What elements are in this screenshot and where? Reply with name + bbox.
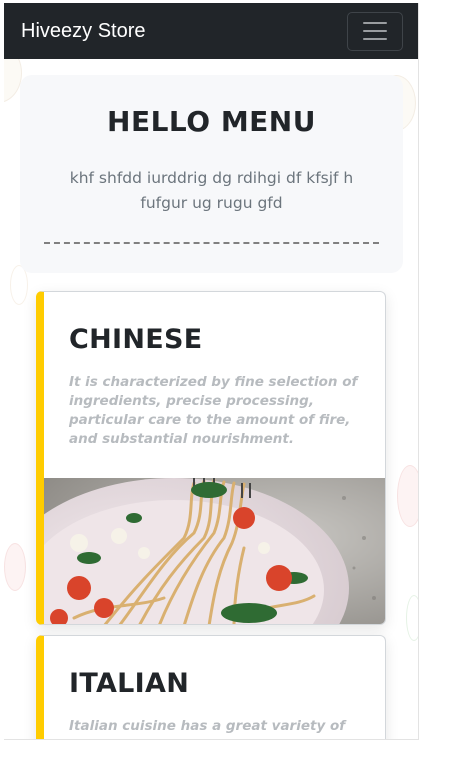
hero-subtitle: khf shfdd iurddrig dg rdihgi df kfsjf h … [69, 169, 354, 212]
menu-card-chinese[interactable]: CHINESE It is characterized by fine sele… [36, 291, 386, 625]
hero-section: HELLO MENU khf shfdd iurddrig dg rdihgi … [20, 75, 403, 273]
background-pattern-shape [406, 595, 418, 641]
navbar: Hiveezy Store [4, 3, 418, 59]
menu-card-title: CHINESE [69, 324, 203, 355]
menu-card-description: It is characterized by fine selection of… [69, 374, 358, 447]
background-pattern-shape [397, 465, 418, 527]
hamburger-icon [363, 22, 387, 40]
brand-link[interactable]: Hiveezy Store [21, 20, 146, 43]
page-viewport: Hiveezy Store HELLO MENU khf shfdd iurdd… [4, 3, 419, 740]
background-pattern-shape [4, 543, 26, 591]
menu-card-title: ITALIAN [69, 668, 190, 699]
navbar-toggle-button[interactable] [347, 11, 403, 51]
menu-card-italian[interactable]: ITALIAN Italian cuisine has a great vari… [36, 635, 386, 739]
menu-card-description: Italian cuisine has a great variety of d… [69, 718, 346, 739]
pasta-dish-image [44, 478, 385, 624]
dashed-divider [44, 242, 379, 244]
hero-title: HELLO MENU [107, 105, 316, 138]
